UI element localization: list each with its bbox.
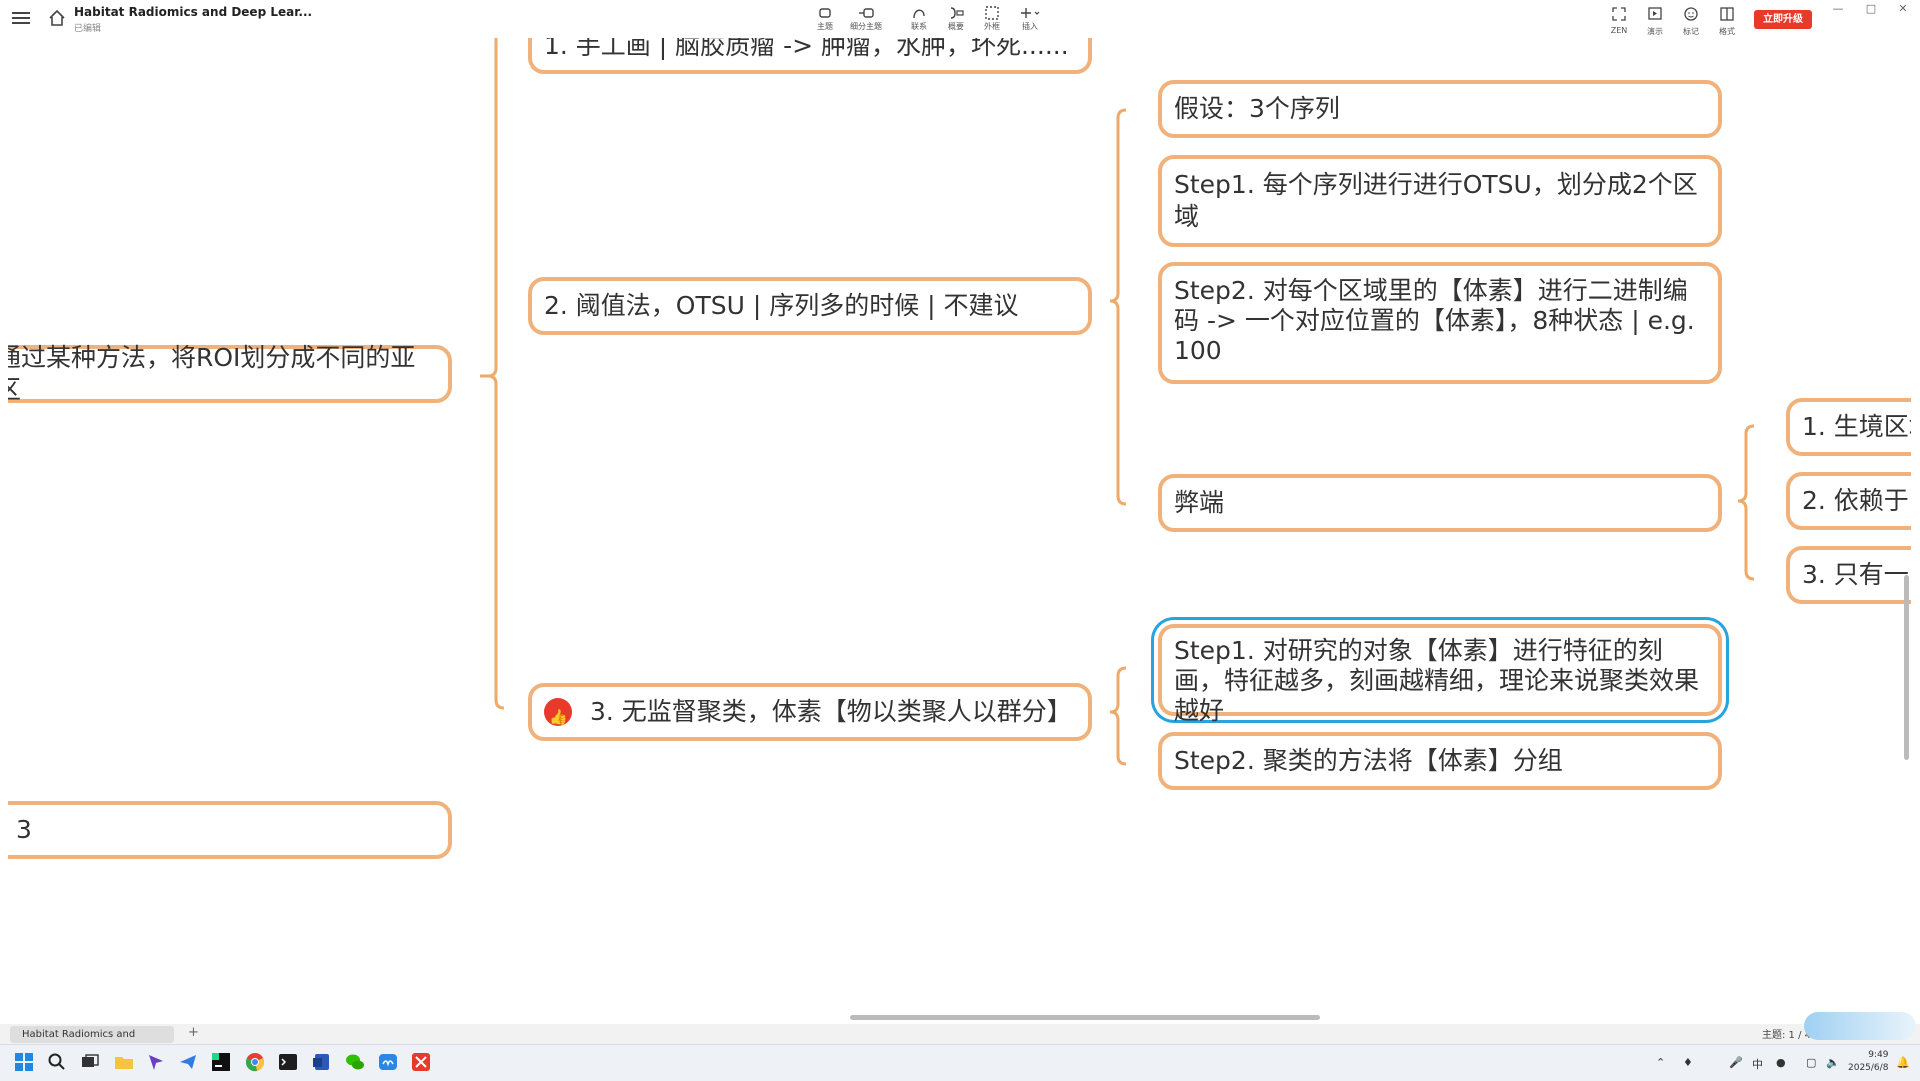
subtopic-icon: [859, 8, 874, 18]
chrome-icon[interactable]: [245, 1052, 265, 1072]
relationship-icon: [913, 9, 925, 19]
edit-status: 已编辑: [74, 24, 102, 34]
present-icon: [1648, 7, 1662, 20]
ime-icon[interactable]: 中: [1752, 1056, 1763, 1072]
microphone-icon[interactable]: 🎤: [1729, 1056, 1743, 1069]
boundary-icon: [985, 6, 999, 20]
sheet-tab[interactable]: Habitat Radiomics and Deep... ⌄: [10, 1026, 174, 1057]
mindmap-canvas[interactable]: 1. 手工画 | 脑胶质瘤 -> 肿瘤，水肿，坏死...... 通过某种方法，将…: [8, 38, 1911, 1024]
topic-threshold-otsu[interactable]: 2. 阈值法，OTSU | 序列多的时候 | 不建议: [528, 277, 1092, 335]
insert-icon: [1021, 8, 1040, 18]
subtopic-button[interactable]: 细分主题: [846, 6, 886, 32]
word-app-icon[interactable]: [312, 1052, 332, 1072]
topic-unsupervised-clustering[interactable]: 3. 无监督聚类，体素【物以类聚人以群分】: [528, 683, 1092, 741]
windows-start-icon[interactable]: [14, 1052, 34, 1072]
topic-roi-subregion[interactable]: 通过某种方法，将ROI划分成不同的亚区: [8, 343, 452, 404]
topic-drawback-item-3[interactable]: 3. 只有一: [1786, 546, 1911, 604]
paper-plane-icon[interactable]: [178, 1052, 198, 1072]
security-icon[interactable]: ●: [1776, 1056, 1786, 1069]
marker-icon: [1684, 7, 1698, 21]
topic-otsu-step1[interactable]: Step1. 每个序列进行进行OTSU，划分成2个区域: [1158, 155, 1722, 247]
marker-button[interactable]: 标记: [1675, 6, 1707, 37]
file-explorer-icon[interactable]: [114, 1052, 134, 1072]
clock-date: 2025/6/8: [1848, 1063, 1889, 1073]
clock[interactable]: 9:49 2025/6/8: [1848, 1049, 1888, 1075]
cursor-app-icon[interactable]: [146, 1052, 166, 1072]
upgrade-button[interactable]: 立即升级: [1754, 10, 1812, 29]
add-sheet-button[interactable]: +: [188, 1025, 199, 1040]
topic-drawback[interactable]: 弊端: [1158, 474, 1722, 532]
format-icon: [1720, 7, 1734, 21]
topic-drawback-item-1[interactable]: 1. 生境区域: [1786, 398, 1911, 456]
ime-widget[interactable]: [1804, 1012, 1916, 1040]
summary-button[interactable]: 概要: [936, 6, 976, 32]
topic-otsu-step2[interactable]: Step2. 对每个区域里的【体素】进行二进制编码 -> 一个对应位置的【体素】…: [1158, 262, 1722, 384]
topic-drawback-item-2[interactable]: 2. 依赖于: [1786, 472, 1911, 530]
volume-icon[interactable]: 🔈: [1826, 1056, 1840, 1069]
format-button[interactable]: 格式: [1711, 6, 1743, 37]
chat-app-icon[interactable]: [378, 1052, 398, 1072]
task-view-icon[interactable]: [80, 1052, 100, 1072]
maximize-icon[interactable]: □: [1861, 2, 1881, 15]
topic-button[interactable]: 主题: [805, 6, 845, 32]
home-icon[interactable]: [47, 8, 67, 28]
search-icon[interactable]: [47, 1052, 67, 1072]
network-app-icon[interactable]: ♦: [1683, 1056, 1693, 1069]
topic-cluster-step1[interactable]: Step1. 对研究的对象【体素】进行特征的刻画，特征越多，刻画越精细，理论来说…: [1158, 624, 1722, 725]
title-bar: Habitat Radiomics and Deep Lear... 已编辑 主…: [0, 0, 1920, 38]
zen-button[interactable]: ZEN: [1603, 6, 1635, 35]
terminal-icon[interactable]: [278, 1052, 298, 1072]
xmind-icon[interactable]: [411, 1052, 431, 1072]
summary-icon: [950, 7, 964, 19]
thumbs-up-icon: [544, 698, 572, 733]
relationship-button[interactable]: 联系: [899, 6, 939, 32]
tray-overflow-icon[interactable]: ⌃: [1656, 1056, 1665, 1069]
minimize-icon[interactable]: —: [1828, 2, 1848, 15]
wechat-icon[interactable]: [345, 1052, 365, 1072]
clock-time: 9:49: [1868, 1050, 1889, 1060]
topic-icon: [819, 8, 831, 18]
present-button[interactable]: 演示: [1639, 6, 1671, 37]
close-icon[interactable]: ✕: [1893, 2, 1913, 15]
notification-icon[interactable]: 🔔: [1896, 1056, 1910, 1069]
topic-manual-drawing[interactable]: 1. 手工画 | 脑胶质瘤 -> 肿瘤，水肿，坏死......: [528, 38, 1092, 74]
horizontal-scrollbar[interactable]: [850, 1015, 1320, 1020]
insert-button[interactable]: 插入: [1010, 6, 1050, 32]
pycharm-icon[interactable]: [211, 1052, 231, 1072]
zen-icon: [1612, 7, 1626, 21]
boundary-button[interactable]: 外框: [972, 6, 1012, 32]
topic-assume[interactable]: 假设：3个序列: [1158, 80, 1722, 138]
display-icon[interactable]: ▢: [1806, 1056, 1816, 1069]
topic-cluster-step2[interactable]: Step2. 聚类的方法将【体素】分组: [1158, 732, 1722, 790]
document-title[interactable]: Habitat Radiomics and Deep Lear...: [74, 5, 312, 19]
vertical-scrollbar[interactable]: [1904, 575, 1909, 760]
topic-3[interactable]: 3: [8, 801, 452, 859]
sheet-bar: [0, 1024, 1920, 1044]
menu-icon[interactable]: [12, 9, 30, 27]
